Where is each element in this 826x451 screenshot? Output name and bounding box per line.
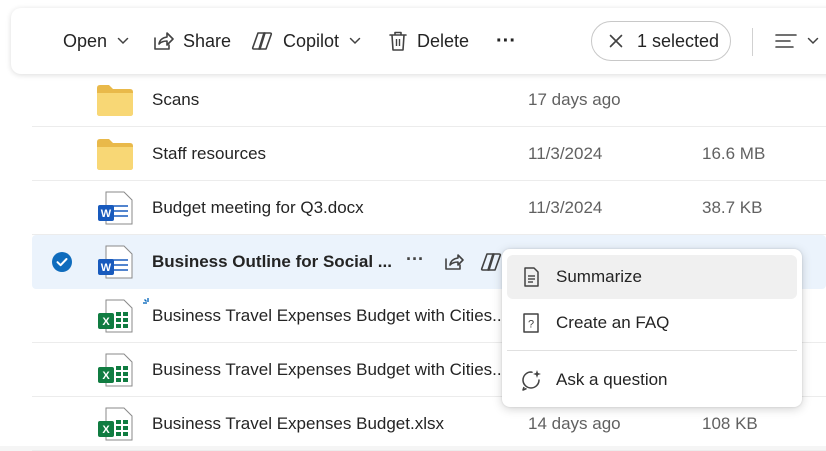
file-size: 16.6 MB (702, 144, 766, 163)
chevron-down-icon (349, 37, 361, 45)
selection-indicator[interactable]: 1 selected (591, 21, 731, 61)
close-icon[interactable] (609, 34, 623, 48)
file-row[interactable]: Staff resources 11/3/2024 16.6 MB (32, 127, 826, 181)
file-name[interactable]: Business Travel Expenses Budget with Cit… (152, 289, 506, 343)
file-modified: 17 days ago (528, 90, 621, 109)
file-name[interactable]: Business Outline for Social ... (152, 235, 392, 289)
command-bar: Open Share Copilot Delete ··· 1 selected (11, 8, 826, 74)
word-icon: W (98, 191, 133, 225)
file-name[interactable]: Staff resources (152, 127, 266, 181)
file-name[interactable]: Scans (152, 73, 199, 127)
chevron-down-icon (117, 37, 129, 45)
view-options-button[interactable] (775, 8, 819, 74)
open-button[interactable]: Open (63, 8, 129, 74)
trash-icon (389, 31, 407, 51)
svg-text:X: X (102, 424, 110, 436)
menu-item-ask-question[interactable]: Ask a question (507, 358, 797, 402)
word-icon: W (98, 245, 133, 279)
copilot-icon[interactable] (478, 249, 504, 275)
menu-item-label: Ask a question (556, 370, 668, 389)
file-name[interactable]: Business Travel Expenses Budget.xlsx (152, 397, 444, 451)
excel-icon: X (98, 407, 133, 441)
more-options-icon[interactable]: ··· (402, 249, 428, 275)
copilot-menu: Summarize ? Create an FAQ Ask a question (502, 249, 802, 407)
menu-item-label: Create an FAQ (556, 313, 670, 332)
folder-icon (97, 139, 133, 170)
svg-text:?: ? (528, 319, 534, 331)
file-modified: 11/3/2024 (528, 144, 603, 163)
share-label: Share (183, 30, 232, 51)
file-name[interactable]: Budget meeting for Q3.docx (152, 181, 364, 235)
chat-sparkle-icon (522, 370, 541, 391)
delete-label: Delete (417, 30, 470, 51)
svg-text:W: W (101, 262, 112, 274)
delete-button[interactable]: Delete (388, 8, 469, 74)
file-name[interactable]: Business Travel Expenses Budget with Cit… (152, 343, 506, 397)
menu-item-summarize[interactable]: Summarize (507, 255, 797, 299)
checkmark-circle-icon[interactable] (52, 252, 72, 272)
menu-item-create-faq[interactable]: ? Create an FAQ (507, 301, 797, 345)
svg-text:X: X (102, 370, 110, 382)
chevron-down-icon (807, 37, 819, 45)
file-row[interactable]: Scans 17 days ago (32, 73, 826, 127)
copilot-label: Copilot (283, 30, 340, 51)
toolbar-divider (752, 28, 753, 56)
more-options-icon: ··· (496, 29, 516, 52)
document-summary-icon (524, 267, 539, 287)
open-label: Open (63, 30, 108, 51)
excel-icon: X (98, 299, 133, 333)
faq-icon: ? (523, 313, 539, 333)
menu-item-label: Summarize (556, 267, 642, 286)
more-options-button[interactable]: ··· (496, 8, 516, 74)
svg-text:W: W (101, 208, 112, 220)
share-icon (154, 32, 174, 50)
excel-icon: X (98, 353, 133, 387)
menu-divider (507, 350, 797, 351)
file-modified: 11/3/2024 (528, 198, 603, 217)
copilot-icon (251, 32, 273, 50)
list-view-icon (775, 34, 797, 48)
selection-count: 1 selected (637, 30, 720, 51)
svg-text:X: X (102, 316, 110, 328)
file-size: 38.7 KB (702, 198, 763, 217)
file-row[interactable]: W Budget meeting for Q3.docx 11/3/2024 3… (32, 181, 826, 235)
copilot-button[interactable]: Copilot (250, 8, 361, 74)
share-button[interactable]: Share (152, 8, 231, 74)
folder-icon (97, 85, 133, 116)
share-icon[interactable] (440, 249, 466, 275)
